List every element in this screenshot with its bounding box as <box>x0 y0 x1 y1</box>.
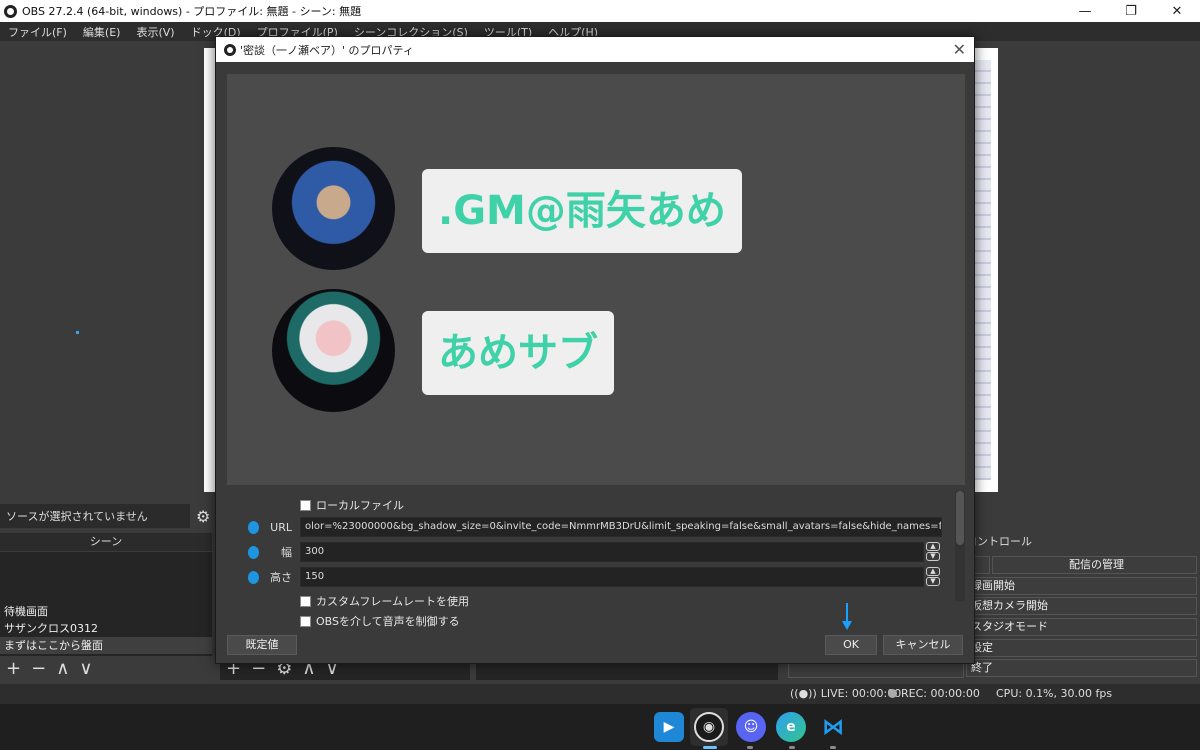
live-status: ((●)) LIVE: 00:00:00 <box>790 687 901 700</box>
discord-app-icon[interactable]: ☺ <box>736 712 766 742</box>
cpu-fps-readout: CPU: 0.1%, 30.00 fps <box>996 687 1113 700</box>
window-titlebar: OBS 27.2.4 (64-bit, windows) - プロファイル: 無… <box>0 0 1200 22</box>
live-broadcast-icon: ((●)) <box>790 687 817 700</box>
url-input[interactable]: olor=%23000000&bg_shadow_size=0&invite_c… <box>300 517 942 537</box>
url-label: URL <box>270 520 292 534</box>
move-scene-up-button[interactable]: ∧ <box>56 660 69 678</box>
local-file-row: ローカルファイル <box>216 494 956 516</box>
status-bar: ((●)) LIVE: 00:00:00 REC: 00:00:00 CPU: … <box>0 684 1200 704</box>
discord-running-indicator <box>747 746 753 749</box>
obs-running-indicator <box>703 746 717 749</box>
controls-dock-header: コントロール <box>966 535 1032 548</box>
edge-browser-icon[interactable]: e <box>776 712 806 742</box>
spin-down-icon[interactable]: ▼ <box>926 577 940 586</box>
scene-item[interactable]: 待機画面 <box>0 603 212 620</box>
width-input[interactable]: 300 <box>300 542 924 562</box>
rec-dot-icon <box>888 689 897 698</box>
window-controls: — ❐ ✕ <box>1062 0 1200 22</box>
spin-up-icon[interactable]: ▲ <box>926 567 940 576</box>
window-title: OBS 27.2.4 (64-bit, windows) - プロファイル: 無… <box>22 5 362 18</box>
manage-stream-button[interactable]: 配信の管理 <box>992 556 1197 574</box>
dialog-close-icon[interactable]: ✕ <box>953 40 966 59</box>
exit-button[interactable]: 終了 <box>966 659 1197 677</box>
cursor-dot <box>76 331 79 334</box>
spin-up-icon[interactable]: ▲ <box>926 542 940 551</box>
properties-dialog: '密談（一ノ瀬ベア）' のプロパティ ✕ .GM@雨矢あめ あめサブ ローカルフ… <box>215 36 975 664</box>
spin-down-icon[interactable]: ▼ <box>926 552 940 561</box>
properties-scrollbar[interactable] <box>955 491 965 601</box>
dialog-title: '密談（一ノ瀬ベア）' のプロパティ <box>240 43 414 57</box>
user-avatar <box>272 289 395 412</box>
menu-file[interactable]: ファイル(F) <box>0 24 75 40</box>
start-recording-button[interactable]: 録画開始 <box>966 577 1197 595</box>
scene-item-selected[interactable]: まずはここから盤面 <box>0 637 212 654</box>
custom-fps-checkbox[interactable] <box>300 595 311 607</box>
studio-mode-button[interactable]: スタジオモード <box>966 618 1197 636</box>
width-row: 幅 300 ▲ ▼ <box>216 541 956 563</box>
move-scene-down-button[interactable]: ∨ <box>79 660 92 678</box>
start-virtual-camera-button[interactable]: 仮想カメラ開始 <box>966 597 1197 615</box>
obs-taskbar-icon[interactable]: ◉ <box>694 712 724 742</box>
scene-item[interactable]: サザンクロス0312 <box>0 620 212 637</box>
ok-button[interactable]: OK <box>825 635 877 655</box>
height-input[interactable]: 150 <box>300 567 924 587</box>
defaults-button[interactable]: 既定値 <box>227 635 297 655</box>
user-avatar <box>272 147 395 270</box>
obs-dialog-icon <box>224 43 236 56</box>
custom-fps-label: カスタムフレームレートを使用 <box>316 595 470 608</box>
settings-button[interactable]: 設定 <box>966 639 1197 657</box>
dialog-titlebar: '密談（一ノ瀬ベア）' のプロパティ ✕ <box>216 37 974 62</box>
obs-audio-label: OBSを介して音声を制御する <box>316 615 460 628</box>
obs-audio-checkbox[interactable] <box>300 615 311 627</box>
minimize-button[interactable]: — <box>1062 0 1108 22</box>
source-preview: .GM@雨矢あめ あめサブ <box>227 74 965 485</box>
source-properties-gear-icon[interactable]: ⚙ <box>196 507 210 526</box>
obs-app-icon <box>4 4 17 18</box>
rec-timer: REC: 00:00:00 <box>901 687 980 700</box>
scenes-toolbar: + − ∧ ∨ <box>6 658 93 680</box>
source-status: ソースが選択されていません <box>0 504 190 528</box>
edge-running-indicator <box>789 746 795 749</box>
vscode-running-indicator <box>830 746 836 749</box>
restore-button[interactable]: ❐ <box>1108 0 1154 22</box>
cancel-button[interactable]: キャンセル <box>883 635 963 655</box>
width-stepper[interactable]: ▲ ▼ <box>926 542 942 562</box>
add-scene-button[interactable]: + <box>6 660 21 678</box>
width-label: 幅 <box>281 546 292 559</box>
scrollbar-thumb[interactable] <box>956 491 964 545</box>
vscode-app-icon[interactable]: ⋈ <box>818 712 848 742</box>
scenes-dock-header: シーン <box>0 533 212 551</box>
arrow-down-icon <box>842 603 852 633</box>
windows-taskbar: ▶ ◉ ☺ e ⋈ <box>0 704 1200 750</box>
user-name-label: .GM@雨矢あめ <box>422 169 742 253</box>
close-window-button[interactable]: ✕ <box>1154 0 1200 22</box>
height-label: 高さ <box>270 571 292 584</box>
cpu-status: CPU: 0.1%, 30.00 fps <box>996 687 1112 700</box>
local-file-label: ローカルファイル <box>316 499 404 512</box>
menu-view[interactable]: 表示(V) <box>128 24 182 40</box>
properties-form: ローカルファイル URL olor=%23000000&bg_shadow_si… <box>216 492 974 628</box>
height-row: 高さ 150 ▲ ▼ <box>216 566 956 588</box>
url-row: URL olor=%23000000&bg_shadow_size=0&invi… <box>216 516 956 538</box>
scenes-list[interactable]: 待機画面 サザンクロス0312 まずはここから盤面 <box>0 552 212 656</box>
remove-scene-button[interactable]: − <box>31 660 46 678</box>
height-stepper[interactable]: ▲ ▼ <box>926 567 942 587</box>
zoom-app-icon[interactable]: ▶ <box>654 712 684 742</box>
menu-edit[interactable]: 編集(E) <box>75 24 129 40</box>
rec-status: REC: 00:00:00 <box>888 687 980 700</box>
user-name-label: あめサブ <box>422 311 614 395</box>
local-file-checkbox[interactable] <box>300 499 311 511</box>
